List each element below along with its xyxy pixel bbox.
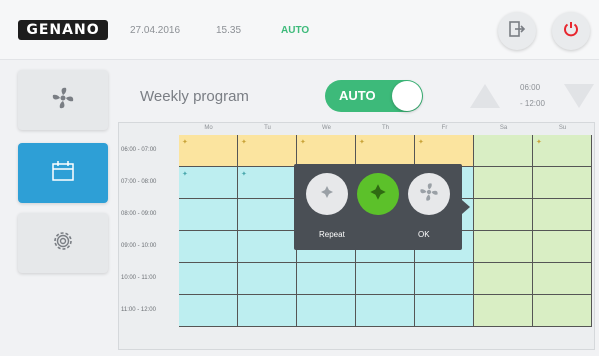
fan-mode-icon: ✦ <box>300 139 306 146</box>
schedule-cell[interactable] <box>238 231 297 263</box>
schedule-cell[interactable]: ✦ <box>356 135 415 167</box>
ok-label: OK <box>418 230 430 239</box>
fan-mode-icon: ✦ <box>182 139 188 146</box>
schedule-cell[interactable] <box>474 295 533 327</box>
scroll-up-button[interactable] <box>468 80 502 112</box>
day-header: Fr <box>441 125 448 131</box>
schedule-cell[interactable] <box>533 167 592 199</box>
gear-icon <box>50 228 76 259</box>
fan-mode-icon: ✦ <box>241 139 247 146</box>
time-slot-label: 09:00 - 10:00 <box>121 243 157 249</box>
day-header: Sa <box>499 125 508 131</box>
sidebar-item-fan[interactable] <box>18 70 108 130</box>
schedule-cell[interactable] <box>533 263 592 295</box>
mode-status: AUTO <box>281 25 310 36</box>
schedule-cell[interactable]: ✦ <box>415 135 474 167</box>
ok-button[interactable] <box>408 173 450 215</box>
schedule-cell[interactable]: ✦ <box>179 167 238 199</box>
logout-button[interactable] <box>498 12 536 50</box>
triangle-up-icon <box>470 84 500 108</box>
schedule-cell[interactable]: ✦ <box>297 135 356 167</box>
schedule-cell[interactable]: ✦ <box>238 135 297 167</box>
brand-logo: GENANO <box>18 20 108 40</box>
fan-icon <box>418 181 440 208</box>
repeat-icon <box>320 185 334 204</box>
auto-toggle[interactable]: AUTO <box>325 80 423 112</box>
toggle-knob[interactable] <box>392 81 422 111</box>
schedule-cell[interactable] <box>356 263 415 295</box>
time-slot-label: 07:00 - 08:00 <box>121 179 157 185</box>
sidebar-item-calendar[interactable] <box>18 143 108 203</box>
schedule-cell[interactable] <box>297 263 356 295</box>
range-start: 06:00 <box>520 83 541 92</box>
schedule-cell[interactable] <box>533 199 592 231</box>
page-title: Weekly program <box>140 88 249 105</box>
sidebar-item-settings[interactable] <box>18 213 108 273</box>
fan-mode-icon: ✦ <box>418 139 424 146</box>
logout-icon <box>508 20 526 43</box>
schedule-cell[interactable] <box>179 199 238 231</box>
schedule-cell[interactable]: ✦ <box>238 167 297 199</box>
schedule-cell[interactable] <box>474 199 533 231</box>
schedule-cell[interactable] <box>179 263 238 295</box>
schedule-cell[interactable]: ✦ <box>533 135 592 167</box>
toggle-label: AUTO <box>339 88 376 103</box>
scroll-down-button[interactable] <box>562 80 596 112</box>
schedule-cell[interactable] <box>533 295 592 327</box>
time-slot-label: 11:00 - 12:00 <box>121 307 156 313</box>
day-header: Th <box>381 125 389 131</box>
schedule-cell[interactable] <box>474 231 533 263</box>
time-slot-label: 08:00 - 09:00 <box>121 211 157 217</box>
schedule-cell[interactable] <box>474 135 533 167</box>
schedule-cell[interactable] <box>297 295 356 327</box>
schedule-cell[interactable] <box>238 199 297 231</box>
edit-popup: Repeat OK <box>294 164 470 250</box>
fan-icon <box>369 183 387 206</box>
schedule-cell[interactable] <box>415 295 474 327</box>
schedule-cell[interactable] <box>474 263 533 295</box>
day-header: Tu <box>264 125 271 131</box>
schedule-cell[interactable] <box>179 231 238 263</box>
day-header: Su <box>558 125 567 131</box>
range-end: - 12:00 <box>520 99 545 108</box>
top-bar: GENANO 27.04.2016 15.35 AUTO <box>0 0 599 60</box>
fan-mode-icon: ✦ <box>536 139 542 146</box>
fan-mode-icon: ✦ <box>182 171 188 178</box>
power-icon <box>562 20 580 43</box>
fan-mode-icon: ✦ <box>241 171 247 178</box>
fan-mode-icon: ✦ <box>359 139 365 146</box>
fan-icon <box>50 85 76 116</box>
time-display: 15.35 <box>216 25 242 36</box>
apply-button[interactable] <box>357 173 399 215</box>
day-header: We <box>322 125 331 131</box>
day-header: Mo <box>204 125 213 131</box>
calendar-icon <box>50 159 76 188</box>
power-button[interactable] <box>552 12 590 50</box>
schedule-cell[interactable]: ✦ <box>179 135 238 167</box>
schedule-cell[interactable] <box>356 295 415 327</box>
time-slot-label: 06:00 - 07:00 <box>121 147 157 153</box>
date-display: 27.04.2016 <box>130 25 181 36</box>
repeat-label: Repeat <box>319 230 345 239</box>
time-slot-label: 10:00 - 11:00 <box>121 275 156 281</box>
schedule-cell[interactable] <box>238 263 297 295</box>
schedule-cell[interactable] <box>474 167 533 199</box>
schedule-cell[interactable] <box>238 295 297 327</box>
schedule-cell[interactable] <box>415 263 474 295</box>
repeat-button[interactable] <box>306 173 348 215</box>
triangle-down-icon <box>564 84 594 108</box>
schedule-cell[interactable] <box>179 295 238 327</box>
schedule-cell[interactable] <box>533 231 592 263</box>
